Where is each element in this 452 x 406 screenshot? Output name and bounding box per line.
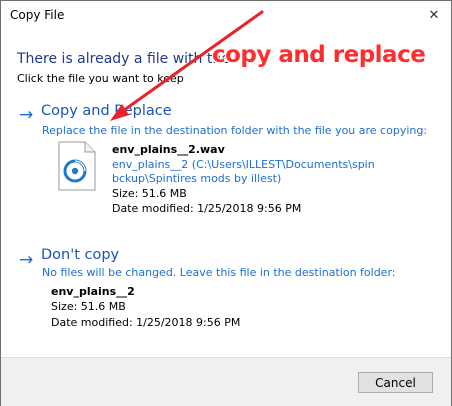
arrow-right-icon: → xyxy=(19,250,34,270)
dialog-subheading: Click the file you want to keep xyxy=(17,72,184,85)
replace-file-path: env_plains__2 (C:\Users\ILLEST\Documents… xyxy=(112,158,375,171)
close-button[interactable]: ✕ xyxy=(417,1,451,31)
window-title: Copy File xyxy=(10,8,65,22)
existing-file-size: Size: 51.6 MB xyxy=(51,300,126,313)
copy-and-replace-title[interactable]: Copy and Replace xyxy=(41,103,172,119)
dialog-footer: Cancel xyxy=(1,357,451,406)
dont-copy-title[interactable]: Don't copy xyxy=(41,247,119,263)
cancel-button[interactable]: Cancel xyxy=(358,372,433,393)
copy-and-replace-description: Replace the file in the destination fold… xyxy=(42,124,428,137)
replace-file-date: Date modified: 1/25/2018 9:56 PM xyxy=(112,202,302,215)
arrow-right-icon: → xyxy=(19,105,34,125)
title-bar[interactable]: Copy File ✕ xyxy=(1,1,451,31)
dialog-heading: There is already a file with the xyxy=(17,51,230,67)
replace-file-name: env_plains__2.wav xyxy=(112,143,225,156)
existing-file-date: Date modified: 1/25/2018 9:56 PM xyxy=(51,316,241,329)
audio-file-icon xyxy=(53,141,99,191)
annotation-text: copy and replace xyxy=(212,42,426,68)
dont-copy-description: No files will be changed. Leave this fil… xyxy=(42,266,396,279)
replace-file-path-cont: bckup\Spintires mods by illest) xyxy=(112,172,282,185)
replace-file-size: Size: 51.6 MB xyxy=(112,187,187,200)
existing-file-name: env_plains__2 xyxy=(51,285,135,298)
